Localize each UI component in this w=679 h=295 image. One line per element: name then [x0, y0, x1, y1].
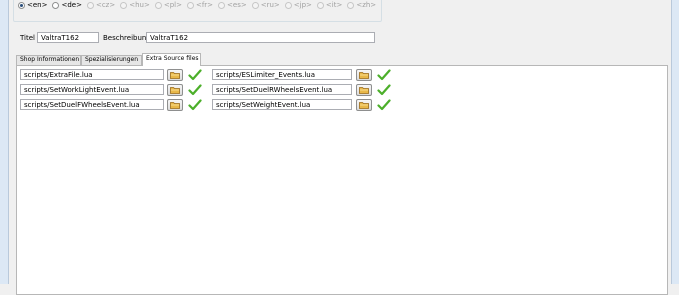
- browse-button[interactable]: [167, 84, 183, 96]
- folder-icon: [359, 87, 369, 94]
- folder-icon: [170, 102, 180, 109]
- checkmark-icon: [188, 84, 202, 96]
- radio-indicator[interactable]: [52, 1, 60, 9]
- language-radio: <it>: [316, 1, 343, 9]
- window-frame-left: [0, 0, 9, 284]
- language-radio-label: <ru>: [260, 1, 280, 9]
- folder-icon: [359, 102, 369, 109]
- checkmark-icon: [377, 69, 391, 81]
- radio-indicator: [86, 1, 94, 9]
- browse-button[interactable]: [356, 84, 372, 96]
- browse-button[interactable]: [167, 99, 183, 111]
- radio-indicator: [120, 1, 128, 9]
- folder-icon: [170, 87, 180, 94]
- source-file-input[interactable]: scripts/SetDuelRWheelsEvent.lua: [212, 84, 352, 95]
- description-label: Beschreibung: [103, 34, 151, 42]
- radio-indicator: [316, 1, 324, 9]
- source-file-input[interactable]: scripts/SetDuelFWheelsEvent.lua: [20, 99, 164, 110]
- language-radio-row: <en> <de> <cz> <hu> <pl> <fr> <es> <ru> <jp> <it>…: [18, 1, 376, 9]
- tab-extra-source-files[interactable]: Extra Source files: [142, 53, 201, 66]
- checkmark-icon: [188, 69, 202, 81]
- checkmark-icon: [188, 99, 202, 111]
- description-input[interactable]: ValtraT162: [146, 32, 375, 43]
- title-label: Titel: [20, 34, 36, 42]
- language-radio[interactable]: <en>: [18, 1, 47, 9]
- language-radio-label: <it>: [325, 1, 343, 9]
- language-radio[interactable]: <de>: [52, 1, 82, 9]
- radio-indicator: [218, 1, 226, 9]
- browse-button[interactable]: [356, 99, 372, 111]
- tab-shop-informationen[interactable]: Shop Informationen: [16, 55, 81, 65]
- language-radio-label: <hu>: [129, 1, 150, 9]
- folder-icon: [359, 72, 369, 79]
- language-radio: <es>: [218, 1, 247, 9]
- language-radio-label: <es>: [227, 1, 247, 9]
- radio-indicator: [154, 1, 162, 9]
- title-input[interactable]: ValtraT162: [37, 32, 99, 43]
- radio-indicator: [186, 1, 194, 9]
- language-radio-label: <pl>: [163, 1, 182, 9]
- language-radio-label: <de>: [61, 1, 82, 9]
- browse-button[interactable]: [167, 69, 183, 81]
- language-radio-label: <fr>: [195, 1, 214, 9]
- radio-indicator[interactable]: [18, 1, 25, 9]
- radio-indicator: [251, 1, 259, 9]
- language-group: <en> <de> <cz> <hu> <pl> <fr> <es> <ru> <jp> <it>…: [13, 0, 382, 22]
- source-file-input[interactable]: scripts/ExtraFile.lua: [20, 69, 164, 80]
- language-radio-label: <zh>: [356, 1, 377, 9]
- folder-icon: [170, 72, 180, 79]
- language-radio: <ru>: [251, 1, 280, 9]
- language-radio: <pl>: [154, 1, 182, 9]
- source-file-input[interactable]: scripts/SetWeightEvent.lua: [212, 99, 352, 110]
- extra-source-files-panel: scripts/ExtraFile.lua scripts/ESLimiter_…: [16, 65, 668, 295]
- radio-indicator: [347, 1, 355, 9]
- language-radio-label: <jp>: [293, 1, 312, 9]
- browse-button[interactable]: [356, 69, 372, 81]
- checkmark-icon: [377, 99, 391, 111]
- source-file-input[interactable]: scripts/ESLimiter_Events.lua: [212, 69, 352, 80]
- language-radio-label: <en>: [27, 1, 48, 9]
- language-radio: <jp>: [284, 1, 312, 9]
- language-radio: <zh>: [347, 1, 376, 9]
- radio-indicator: [284, 1, 292, 9]
- language-radio: <cz>: [86, 1, 116, 9]
- window-frame-right: [671, 0, 679, 284]
- tab-spezialisierungen[interactable]: Spezialisierungen: [81, 55, 142, 65]
- source-file-input[interactable]: scripts/SetWorkLightEvent.lua: [20, 84, 164, 95]
- language-radio-label: <cz>: [95, 1, 116, 9]
- language-radio: <fr>: [186, 1, 214, 9]
- window-client-area: <en> <de> <cz> <hu> <pl> <fr> <es> <ru> <jp> <it>…: [9, 0, 671, 295]
- checkmark-icon: [377, 84, 391, 96]
- language-radio: <hu>: [120, 1, 150, 9]
